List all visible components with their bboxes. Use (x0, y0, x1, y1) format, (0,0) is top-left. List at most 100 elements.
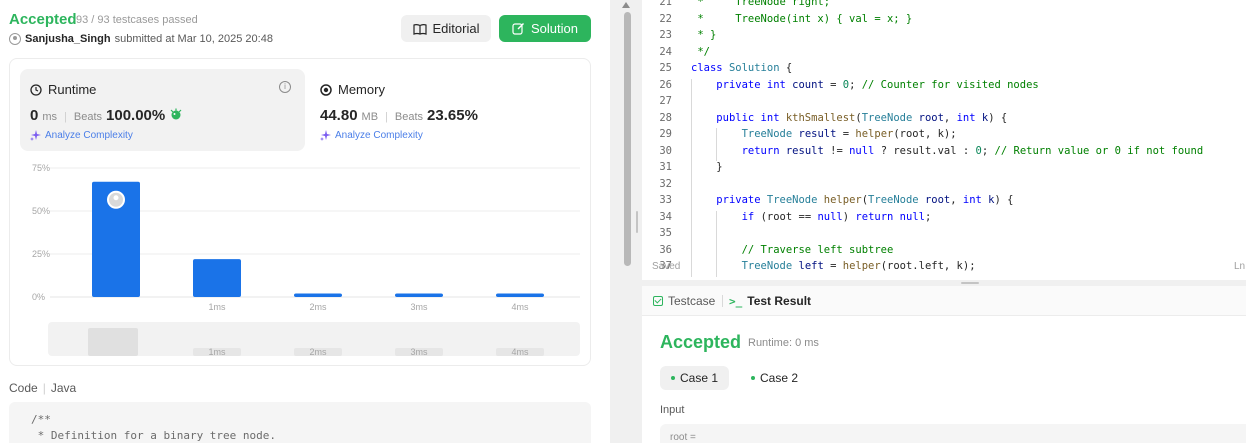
chart-bar (294, 293, 342, 297)
code-text: private int count = 0; // Counter for vi… (716, 79, 1038, 91)
runtime-value-row: 0 ms | Beats 100.00% (30, 107, 183, 124)
line-number: 32 (659, 177, 672, 190)
input-value-box[interactable]: root = (660, 424, 1246, 443)
chart-svg: 0% 25% 50% 75% 1ms 2ms 3ms 4ms 1ms 2ms 3ms 4ms (32, 163, 580, 357)
divider: | (385, 111, 388, 123)
navigator-label: 3ms (410, 347, 428, 357)
code-token: class (691, 62, 729, 74)
runtime-analyze-link[interactable]: Analyze Complexity (30, 130, 133, 141)
code-token: ) { (988, 111, 1008, 124)
indent-guide (716, 227, 718, 244)
resize-handle-icon[interactable] (961, 282, 979, 284)
line-number: 21 (659, 0, 672, 8)
indent-guide (716, 243, 718, 260)
code-line: 29 TreeNode result = helper(root, k); (642, 128, 1246, 145)
line-number: 29 (659, 128, 672, 140)
code-preview[interactable]: /** * Definition for a binary tree node. (9, 402, 591, 443)
y-tick-label: 75% (32, 163, 50, 173)
code-token: ; (849, 78, 862, 91)
code-token: , (950, 194, 963, 206)
code-token: = (836, 128, 856, 140)
editorial-button[interactable]: Editorial (401, 15, 491, 42)
scroll-up-arrow-icon[interactable] (622, 2, 630, 8)
runtime-beats-value: 100.00% (106, 107, 166, 124)
memory-beats-label: Beats (394, 111, 424, 123)
runtime-box[interactable]: Runtime i 0 ms | Beats 100.00% Analyze C… (20, 69, 305, 151)
code-token: TreeNode (766, 194, 824, 206)
x-tick-label: 1ms (208, 302, 226, 312)
line-number: 23 (659, 29, 672, 41)
performance-card: Runtime i 0 ms | Beats 100.00% Analyze C… (9, 58, 591, 366)
code-line: 23 * } (642, 29, 1246, 46)
code-token: int (962, 194, 982, 206)
code-editor[interactable]: 21 * TreeNode right; 22 * TreeNode(int x)… (642, 0, 1246, 280)
memory-analyze-label: Analyze Complexity (335, 130, 423, 141)
memory-header: Memory (320, 82, 385, 97)
indent-guide (691, 78, 692, 95)
drag-handle-icon[interactable] (636, 211, 638, 233)
indent-guide (691, 227, 692, 244)
code-token: } (716, 161, 723, 173)
chart-bar (193, 259, 241, 297)
username-link[interactable]: Sanjusha_Singh (25, 33, 111, 45)
indent-guide (691, 161, 692, 178)
tab-test-result[interactable]: >_ Test Result (729, 294, 811, 308)
code-line: 35 (642, 227, 1246, 244)
code-token: TreeNode (868, 194, 919, 206)
code-label: Code (9, 381, 38, 395)
tab-testcase[interactable]: Testcase (653, 294, 715, 308)
indent-guide (691, 128, 692, 145)
y-tick-label: 0% (32, 292, 45, 302)
code-token: TreeNode (741, 260, 793, 272)
line-number: 25 (659, 62, 672, 74)
solution-label: Solution (531, 21, 578, 36)
code-line: 32 (642, 177, 1246, 194)
code-token: result (785, 144, 824, 157)
solution-button[interactable]: Solution (499, 15, 591, 42)
code-token: (root == (760, 210, 818, 223)
code-preview-line: * Definition for a binary tree node. (31, 429, 277, 442)
indent-guide (691, 194, 692, 211)
pass-dot-icon (751, 376, 755, 380)
terminal-icon: >_ (729, 294, 743, 308)
code-text: // Traverse left subtree (742, 244, 894, 256)
x-tick-label: 4ms (511, 302, 529, 312)
code-token: { (779, 62, 793, 74)
runtime-unit: ms (42, 111, 58, 123)
code-line: 27 (642, 95, 1246, 112)
line-number: 26 (659, 78, 672, 91)
line-number: 30 (659, 144, 672, 157)
scrollbar-thumb[interactable] (624, 12, 631, 266)
memory-analyze-link[interactable]: Analyze Complexity (320, 130, 423, 141)
case-label: Case 2 (760, 371, 799, 385)
y-tick-label: 50% (32, 206, 50, 216)
language-label: Java (50, 381, 77, 395)
case-tab-1[interactable]: Case 1 (660, 366, 730, 390)
submitter-row: Sanjusha_Singh submitted at Mar 10, 2025… (9, 33, 273, 45)
code-token: helper (823, 194, 862, 206)
result-tabbar: Testcase >_ Test Result (642, 286, 1246, 316)
code-token: Solution (728, 62, 780, 74)
code-text: if (root == null) return null; (742, 211, 932, 223)
user-avatar-icon (9, 33, 21, 45)
code-text: * } (691, 29, 716, 41)
navigator-label: 4ms (511, 347, 529, 357)
chart-bar (496, 293, 544, 297)
x-tick-label: 2ms (309, 302, 327, 312)
code-line: 28 public int kthSmallest(TreeNode root, … (642, 111, 1246, 128)
code-text: return result != null ? result.val : 0; … (742, 145, 1204, 157)
code-line: 34 if (root == null) return null; (642, 210, 1246, 227)
case-tab-2[interactable]: Case 2 (740, 366, 809, 390)
y-tick-label: 25% (32, 249, 50, 259)
clock-icon (30, 83, 42, 96)
submission-panel: Accepted 93 / 93 testcases passed Sanjus… (0, 0, 610, 443)
info-icon[interactable]: i (279, 81, 291, 93)
code-token: ) (842, 210, 856, 223)
indent-guide (691, 243, 692, 260)
code-token: root (918, 194, 951, 206)
indent-guide (716, 260, 718, 277)
tab-test-result-label: Test Result (747, 294, 812, 308)
code-line: 22 * TreeNode(int x) { val = x; } (642, 13, 1246, 30)
code-text: public int kthSmallest(TreeNode root, in… (716, 112, 1007, 124)
memory-unit: MB (361, 111, 379, 123)
